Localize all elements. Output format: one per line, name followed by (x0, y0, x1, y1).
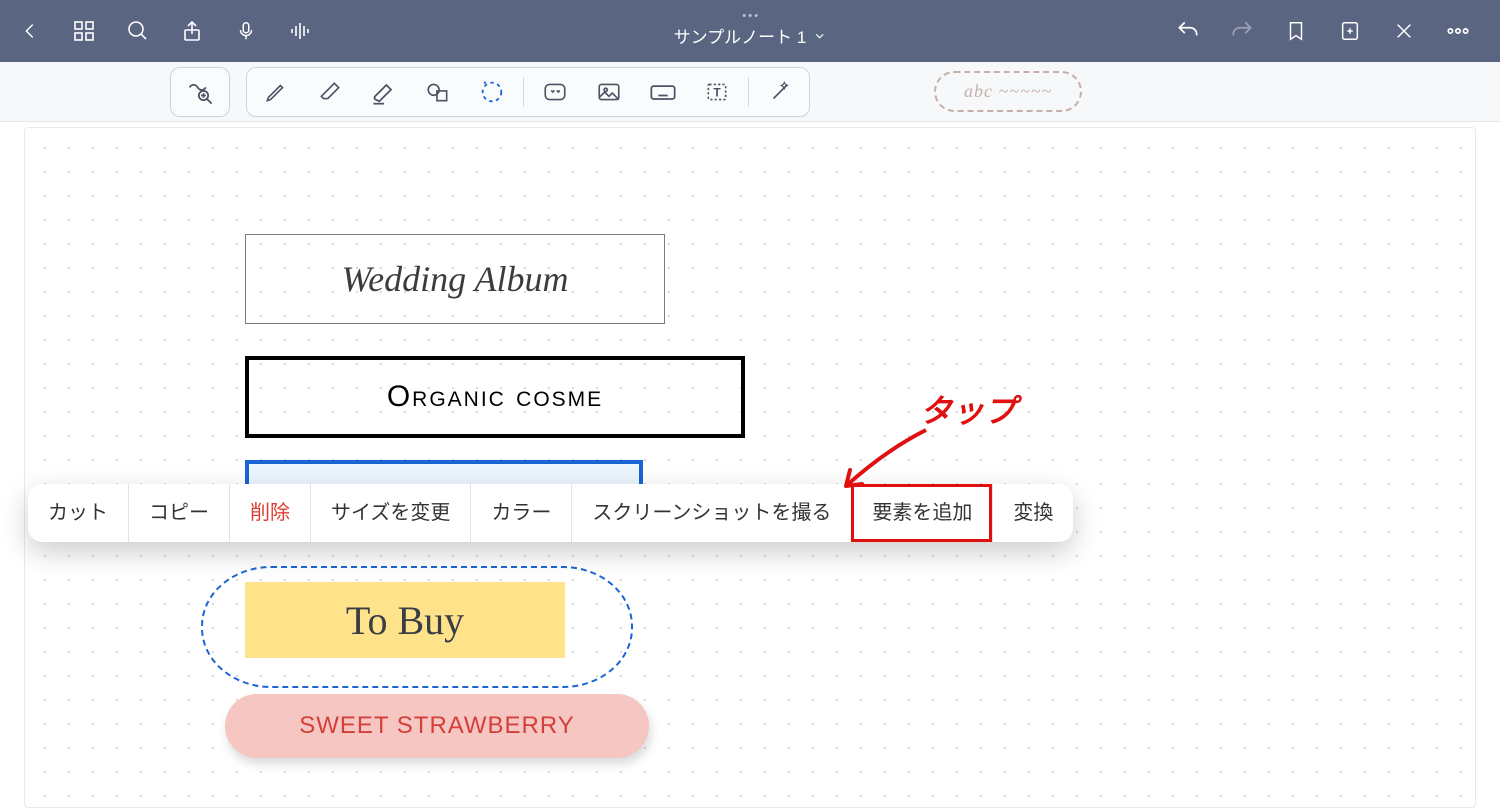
text-box-label: Wedding Album (341, 258, 568, 300)
sticker-tool-icon[interactable] (530, 72, 580, 112)
more-icon[interactable] (1444, 17, 1472, 45)
text-tool-icon[interactable]: T (692, 72, 742, 112)
close-icon[interactable] (1390, 17, 1418, 45)
text-box-label: Organic cosme (387, 380, 603, 414)
ctx-convert[interactable]: 変換 (992, 484, 1073, 542)
text-box-label: To Buy (346, 597, 464, 644)
note-canvas[interactable]: Wedding Album Organic cosme To Buy SWEET… (24, 127, 1476, 808)
top-nav-bar: サンプルノート 1 (0, 0, 1500, 62)
redo-icon[interactable] (1228, 17, 1256, 45)
document-title-container[interactable]: サンプルノート 1 (674, 14, 827, 48)
drawing-toolbar: T abc ~~~~~ (0, 62, 1500, 122)
annotation-arrow-icon (826, 420, 936, 500)
share-icon[interactable] (178, 17, 206, 45)
pen-tool-icon[interactable] (251, 72, 301, 112)
svg-text:T: T (713, 85, 721, 99)
search-icon[interactable] (124, 17, 152, 45)
text-box-strawberry[interactable]: SWEET STRAWBERRY (225, 694, 649, 758)
mic-icon[interactable] (232, 17, 260, 45)
ctx-screenshot[interactable]: スクリーンショットを撮る (571, 484, 851, 542)
drag-handle-icon[interactable] (674, 14, 827, 17)
ctx-delete[interactable]: 削除 (229, 484, 310, 542)
ctx-resize[interactable]: サイズを変更 (310, 484, 470, 542)
audio-wave-icon[interactable] (286, 17, 314, 45)
text-box-organic[interactable]: Organic cosme (245, 356, 745, 438)
text-box-label: SWEET STRAWBERRY (299, 712, 575, 740)
search-pill[interactable]: abc ~~~~~ (934, 71, 1082, 112)
text-box-tobuy[interactable]: To Buy (245, 582, 565, 658)
shape-tool-icon[interactable] (413, 72, 463, 112)
ctx-copy[interactable]: コピー (128, 484, 229, 542)
search-placeholder: abc ~~~~~ (964, 81, 1052, 101)
text-box-wedding[interactable]: Wedding Album (245, 234, 665, 324)
chevron-down-icon[interactable] (812, 29, 826, 43)
zoom-tool-icon[interactable] (175, 72, 225, 112)
document-title: サンプルノート 1 (674, 23, 807, 48)
add-page-icon[interactable] (1336, 17, 1364, 45)
lasso-tool-icon[interactable] (467, 72, 517, 112)
bookmark-icon[interactable] (1282, 17, 1310, 45)
image-tool-icon[interactable] (584, 72, 634, 112)
grid-icon[interactable] (70, 17, 98, 45)
highlighter-tool-icon[interactable] (359, 72, 409, 112)
ctx-color[interactable]: カラー (470, 484, 571, 542)
undo-icon[interactable] (1174, 17, 1202, 45)
ctx-cut[interactable]: カット (28, 484, 128, 542)
back-icon[interactable] (16, 17, 44, 45)
keyboard-tool-icon[interactable] (638, 72, 688, 112)
magic-tool-icon[interactable] (755, 72, 805, 112)
eraser-tool-icon[interactable] (305, 72, 355, 112)
